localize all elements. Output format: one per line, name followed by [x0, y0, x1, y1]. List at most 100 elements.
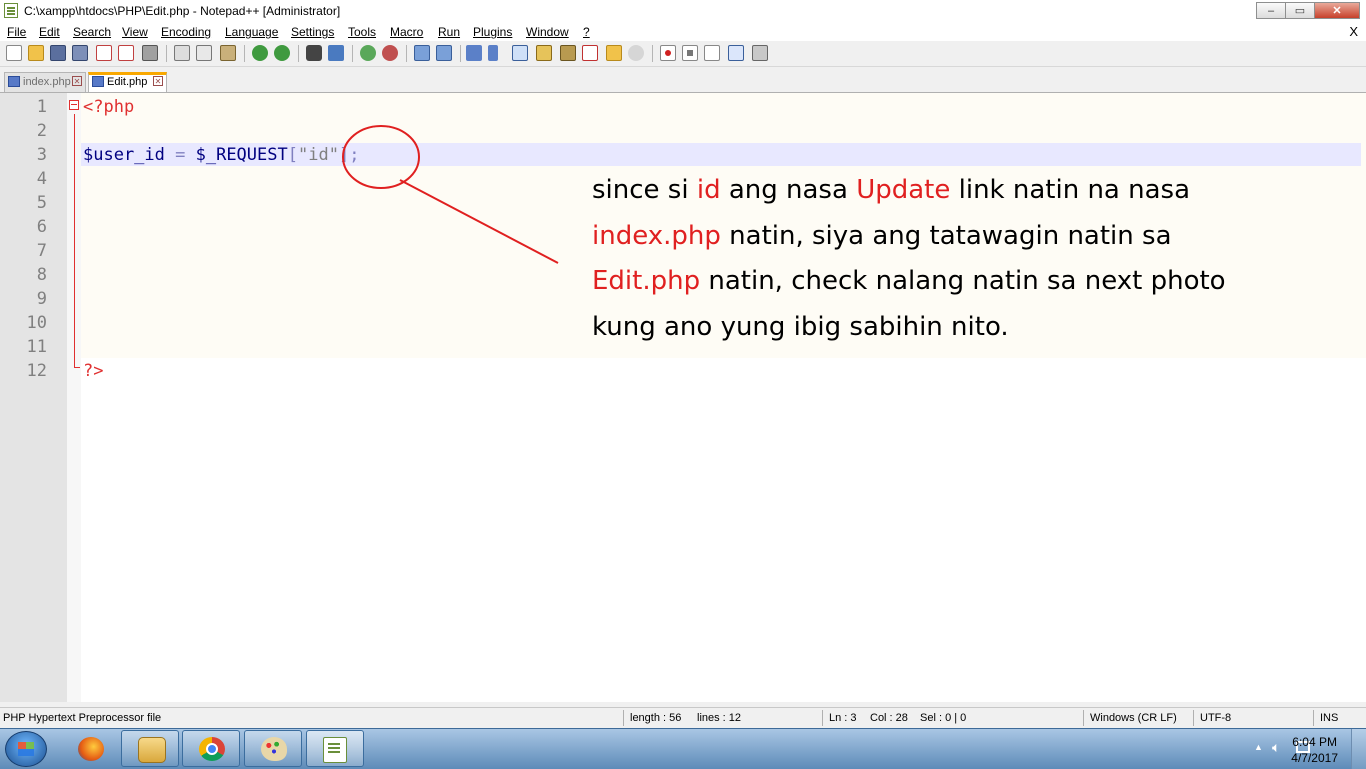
copy-icon[interactable] — [196, 45, 212, 61]
tab-index-php[interactable]: index.php ✕ — [4, 72, 86, 92]
paste-icon[interactable] — [220, 45, 236, 61]
menu-encoding[interactable]: Encoding — [161, 25, 211, 39]
status-file-type: PHP Hypertext Preprocessor file — [3, 712, 162, 724]
status-length: length : 56 — [630, 712, 682, 724]
chrome-icon — [199, 737, 225, 761]
clock[interactable]: 6:04 PM 4/7/2017 — [1291, 734, 1338, 766]
clock-date: 4/7/2017 — [1291, 751, 1338, 765]
status-bar: PHP Hypertext Preprocessor file length :… — [0, 707, 1366, 728]
status-ln: Ln : 3 — [829, 712, 857, 724]
menu-run[interactable]: Run — [438, 25, 460, 39]
menu-help[interactable]: ? — [583, 25, 590, 39]
file-icon — [8, 76, 20, 87]
print-icon[interactable] — [142, 45, 158, 61]
status-insert-mode[interactable]: INS — [1320, 712, 1338, 724]
indent-guide-icon[interactable] — [512, 45, 528, 61]
volume-icon[interactable]: 🔈︎ — [1272, 739, 1280, 756]
folder-workspace-icon[interactable] — [606, 45, 622, 61]
zoom-out-icon[interactable] — [382, 45, 398, 61]
replace-icon[interactable] — [328, 45, 344, 61]
sync-horizontal-icon[interactable] — [436, 45, 452, 61]
minimize-button[interactable]: – — [1256, 2, 1286, 19]
menu-language[interactable]: Language — [225, 25, 278, 39]
show-hidden-icons-icon[interactable]: ▲ — [1254, 742, 1263, 752]
taskbar-paint[interactable] — [244, 730, 302, 767]
toolbar — [0, 41, 1366, 67]
status-col: Col : 28 — [870, 712, 908, 724]
notepadpp-icon — [4, 3, 18, 18]
file-explorer-icon — [138, 737, 166, 763]
paint-icon — [261, 737, 287, 761]
close-all-icon[interactable] — [118, 45, 134, 61]
menu-plugins[interactable]: Plugins — [473, 25, 512, 39]
maximize-button[interactable]: ▭ — [1285, 2, 1315, 19]
status-lines: lines : 12 — [697, 712, 742, 724]
menu-view[interactable]: View — [122, 25, 148, 39]
monitoring-icon[interactable] — [628, 45, 644, 61]
tab-label: index.php — [23, 76, 71, 88]
taskbar-chrome[interactable] — [182, 730, 240, 767]
taskbar-firefox[interactable] — [61, 730, 119, 767]
menu-file[interactable]: File — [7, 25, 26, 39]
run-macro-multiple-icon[interactable] — [728, 45, 744, 61]
menu-window[interactable]: Window — [526, 25, 569, 39]
menu-edit[interactable]: Edit — [39, 25, 60, 39]
toolbar-separator — [352, 45, 353, 62]
status-separator — [1193, 710, 1194, 726]
redo-icon[interactable] — [274, 45, 290, 61]
show-all-chars-icon[interactable] — [488, 45, 498, 61]
user-defined-language-icon[interactable] — [536, 45, 552, 61]
find-icon[interactable] — [306, 45, 322, 61]
menu-search[interactable]: Search — [73, 25, 111, 39]
tab-bar: index.php ✕ Edit.php ✕ — [0, 67, 1366, 93]
sync-vertical-icon[interactable] — [414, 45, 430, 61]
notepadpp-icon — [323, 737, 347, 763]
status-encoding[interactable]: UTF-8 — [1200, 712, 1231, 724]
show-desktop-button[interactable] — [1351, 729, 1366, 769]
stop-macro-icon[interactable] — [682, 45, 698, 61]
firefox-icon — [78, 737, 104, 761]
close-button[interactable]: ✕ — [1314, 2, 1360, 19]
editor[interactable]: 1 2 3 4 5 6 7 8 9 10 11 12 <?php $user_i… — [0, 93, 1366, 702]
system-tray: ▲ 🔈︎ 6:04 PM 4/7/2017 — [1206, 729, 1366, 769]
status-separator — [623, 710, 624, 726]
taskbar-notepadpp[interactable] — [306, 730, 364, 767]
word-wrap-icon[interactable] — [466, 45, 482, 61]
tab-edit-php[interactable]: Edit.php ✕ — [88, 72, 167, 92]
menu-bar: File Edit Search View Encoding Language … — [0, 22, 1366, 41]
status-separator — [1083, 710, 1084, 726]
close-tab-icon[interactable]: ✕ — [72, 76, 82, 86]
open-file-icon[interactable] — [28, 45, 44, 61]
save-all-icon[interactable] — [72, 45, 88, 61]
save-icon[interactable] — [50, 45, 66, 61]
start-button[interactable] — [5, 731, 47, 767]
zoom-in-icon[interactable] — [360, 45, 376, 61]
toolbar-separator — [166, 45, 167, 62]
menu-tools[interactable]: Tools — [348, 25, 376, 39]
title-bar: C:\xampp\htdocs\PHP\Edit.php - Notepad++… — [0, 0, 1366, 23]
toolbar-separator — [298, 45, 299, 62]
save-macro-icon[interactable] — [752, 45, 768, 61]
taskbar-file-explorer[interactable] — [121, 730, 179, 767]
record-macro-icon[interactable] — [660, 45, 676, 61]
function-list-icon[interactable] — [582, 45, 598, 61]
document-map-icon[interactable] — [560, 45, 576, 61]
clock-time: 6:04 PM — [1292, 735, 1337, 749]
tab-label: Edit.php — [107, 76, 148, 88]
close-tab-icon[interactable]: ✕ — [153, 76, 163, 86]
window-controls: – ▭ ✕ — [1256, 2, 1360, 19]
toolbar-separator — [460, 45, 461, 62]
close-file-icon[interactable] — [96, 45, 112, 61]
close-document-button[interactable]: X — [1349, 24, 1358, 39]
status-separator — [1313, 710, 1314, 726]
menu-macro[interactable]: Macro — [390, 25, 423, 39]
toolbar-separator — [652, 45, 653, 62]
status-sel: Sel : 0 | 0 — [920, 712, 967, 724]
toolbar-separator — [244, 45, 245, 62]
undo-icon[interactable] — [252, 45, 268, 61]
cut-icon[interactable] — [174, 45, 190, 61]
new-file-icon[interactable] — [6, 45, 22, 61]
play-macro-icon[interactable] — [704, 45, 720, 61]
status-eol[interactable]: Windows (CR LF) — [1090, 712, 1177, 724]
menu-settings[interactable]: Settings — [291, 25, 334, 39]
